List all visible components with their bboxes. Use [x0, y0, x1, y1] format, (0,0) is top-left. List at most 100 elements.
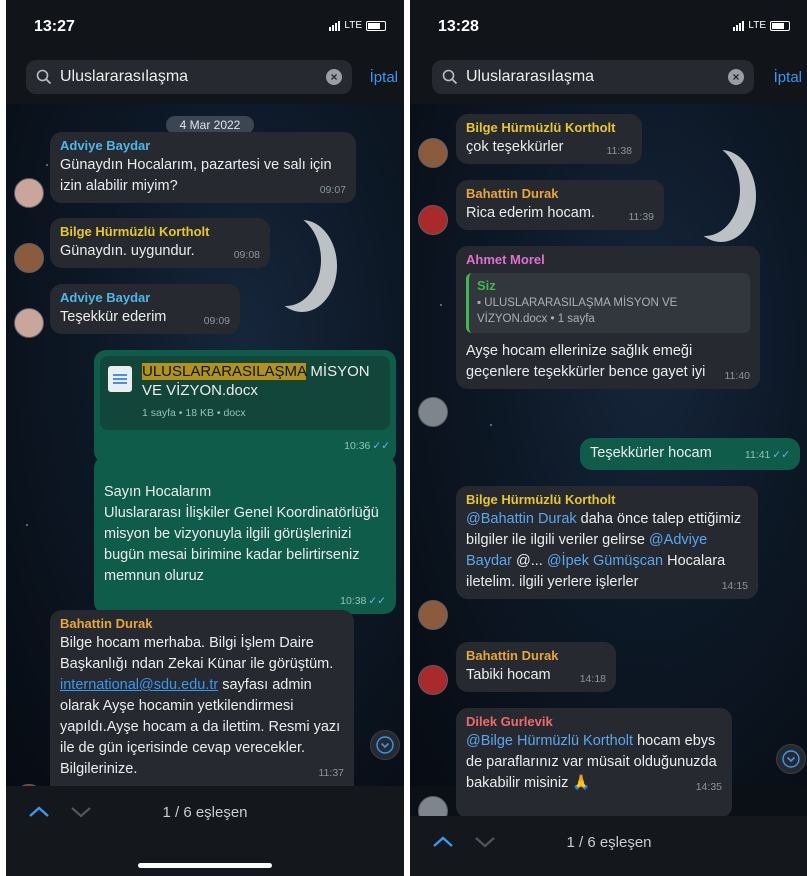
network-type: LTE [344, 20, 362, 31]
message-bubble[interactable]: Adviye Baydar Teşekkür ederim 09:09 [50, 284, 240, 334]
message-bubble[interactable]: Dilek Gurlevik @Bilge Hürmüzlü Kortholt … [456, 708, 732, 818]
avatar[interactable] [418, 665, 448, 695]
message-time: 14:35 [695, 781, 722, 793]
mention-link[interactable]: @İpek Gümüşcan [547, 553, 663, 569]
message-time: 09:07 [319, 184, 346, 196]
left-screen: 13:27 LTE × İptal 4 Mar 2022 Adviye Bayd… [6, 0, 404, 876]
message-sender[interactable]: Bahattin Durak [466, 647, 606, 665]
search-bar: × İptal [410, 50, 807, 104]
message-status: 10:38 ✓✓ [340, 595, 386, 607]
message-sender[interactable]: Bilge Hürmüzlü Kortholt [466, 119, 632, 137]
message-text: Ayşe hocam ellerinize sağlık emeği geçen… [466, 343, 706, 380]
message-time: 11:39 [628, 211, 655, 223]
search-results-bar: 1 / 6 eşleşen [6, 786, 404, 876]
status-bar: 13:28 LTE [410, 0, 807, 50]
message-bubble[interactable]: Teşekkürler hocam 11:41 ✓✓ [580, 438, 800, 470]
file-name: ULUSLARARASILAŞMA MİSYON VE VİZYON.docx [142, 363, 370, 399]
message-bubble[interactable]: Bahattin Durak Tabiki hocam 14:18 [456, 642, 616, 692]
message-text: Tabiki hocam [466, 667, 551, 683]
message-sender[interactable]: Bahattin Durak [466, 185, 654, 203]
message-sender[interactable]: Adviye Baydar [60, 289, 230, 307]
network-type: LTE [748, 20, 766, 31]
message-text: Sayın Hocalarım Uluslararası İlişkiler G… [104, 484, 379, 584]
message-bubble[interactable]: Bahattin Durak Rica ederim hocam. 11:39 [456, 180, 664, 230]
battery-icon [366, 20, 386, 31]
moon-decoration [670, 144, 740, 236]
avatar[interactable] [418, 600, 448, 630]
avatar[interactable] [14, 178, 44, 208]
search-input[interactable] [60, 68, 326, 86]
search-results-bar: 1 / 6 eşleşen [410, 816, 807, 876]
message-text: Günaydın Hocalarım, pazartesi ve salı iç… [60, 157, 332, 194]
search-icon [442, 69, 458, 85]
message-time: 10:36 [344, 440, 371, 452]
message-time: 11:37 [318, 767, 345, 779]
star [440, 304, 442, 306]
document-icon [108, 366, 132, 392]
star [26, 524, 28, 526]
message-text: Teşekkürler hocam [590, 445, 712, 461]
mention-link[interactable]: @Bilge Hürmüzlü Kortholt [466, 733, 633, 749]
message-sender[interactable]: Ahmet Morel [466, 251, 750, 269]
message-sender[interactable]: Bilge Hürmüzlü Kortholt [466, 491, 748, 509]
message-bubble[interactable]: Sayın Hocalarım Uluslararası İlişkiler G… [94, 456, 396, 614]
clear-search-icon[interactable]: × [326, 69, 342, 85]
home-indicator[interactable] [138, 863, 272, 868]
search-field[interactable]: × [432, 60, 754, 94]
avatar[interactable] [418, 397, 448, 427]
quoted-reply[interactable]: Siz ▪ ULUSLARARASILAŞMA MİSYON VE VİZYON… [466, 273, 750, 333]
search-icon [36, 69, 52, 85]
system-indicators: LTE [733, 20, 790, 31]
message-time: 14:18 [579, 673, 606, 685]
clock: 13:27 [34, 18, 75, 35]
email-link[interactable]: international@sdu.edu.tr [60, 677, 218, 693]
chevron-down-icon [782, 750, 800, 768]
message-time: 10:38 [340, 595, 367, 607]
match-counter: 1 / 6 eşleşen [162, 804, 248, 821]
avatar[interactable] [14, 243, 44, 273]
file-message-bubble[interactable]: ULUSLARARASILAŞMA MİSYON VE VİZYON.docx … [94, 350, 396, 463]
read-check-icon: ✓✓ [372, 440, 390, 452]
message-sender[interactable]: Bilge Hürmüzlü Kortholt [60, 223, 260, 241]
avatar[interactable] [418, 138, 448, 168]
message-sender[interactable]: Bahattin Durak [60, 615, 344, 633]
reply-sender: Siz [477, 278, 496, 293]
message-bubble[interactable]: Bahattin Durak Bilge hocam merhaba. Bilg… [50, 610, 354, 810]
signal-icon [329, 20, 341, 31]
message-sender[interactable]: Dilek Gurlevik [466, 713, 722, 731]
search-field[interactable]: × [26, 60, 352, 94]
message-time: 11:38 [606, 145, 633, 157]
clear-search-icon[interactable]: × [728, 69, 744, 85]
message-status: 11:41 ✓✓ [745, 449, 790, 461]
message-sender[interactable]: Adviye Baydar [60, 137, 346, 155]
read-check-icon: ✓✓ [368, 595, 386, 607]
mention-link[interactable]: @Bahattin Durak [466, 511, 577, 527]
signal-icon [733, 20, 745, 31]
file-info: 1 sayfa • 18 KB • docx [142, 407, 246, 419]
message-time: 11:40 [724, 370, 751, 382]
message-bubble[interactable]: Ahmet Morel Siz ▪ ULUSLARARASILAŞMA MİSY… [456, 246, 760, 389]
message-time: 09:08 [233, 249, 260, 261]
file-attachment[interactable]: ULUSLARARASILAŞMA MİSYON VE VİZYON.docx … [100, 356, 390, 430]
battery-icon [770, 20, 790, 31]
message-bubble[interactable]: Bilge Hürmüzlü Kortholt Günaydın. uygund… [50, 218, 270, 268]
message-status: 10:36 ✓✓ [100, 436, 390, 457]
avatar[interactable] [14, 308, 44, 338]
message-bubble[interactable]: Bilge Hürmüzlü Kortholt @Bahattin Durak … [456, 486, 758, 599]
message-bubble[interactable]: Bilge Hürmüzlü Kortholt çok teşekkürler … [456, 114, 642, 164]
message-bubble[interactable]: Adviye Baydar Günaydın Hocalarım, pazart… [50, 132, 356, 203]
search-input[interactable] [466, 68, 728, 86]
message-time: 11:41 [744, 449, 771, 461]
star [46, 164, 48, 166]
avatar[interactable] [418, 205, 448, 235]
message-text: Günaydın. uygundur. [60, 243, 195, 259]
clock: 13:28 [438, 18, 479, 35]
message-text: Bilge hocam merhaba. Bilgi İşlem Daire B… [60, 635, 334, 672]
cancel-search-button[interactable]: İptal [774, 69, 802, 86]
scroll-down-button[interactable] [370, 730, 400, 760]
scroll-down-button[interactable] [776, 744, 806, 774]
cancel-search-button[interactable]: İptal [370, 69, 398, 86]
message-time: 09:09 [203, 315, 230, 327]
message-text: Rica ederim hocam. [466, 205, 595, 221]
chevron-down-icon [376, 736, 394, 754]
